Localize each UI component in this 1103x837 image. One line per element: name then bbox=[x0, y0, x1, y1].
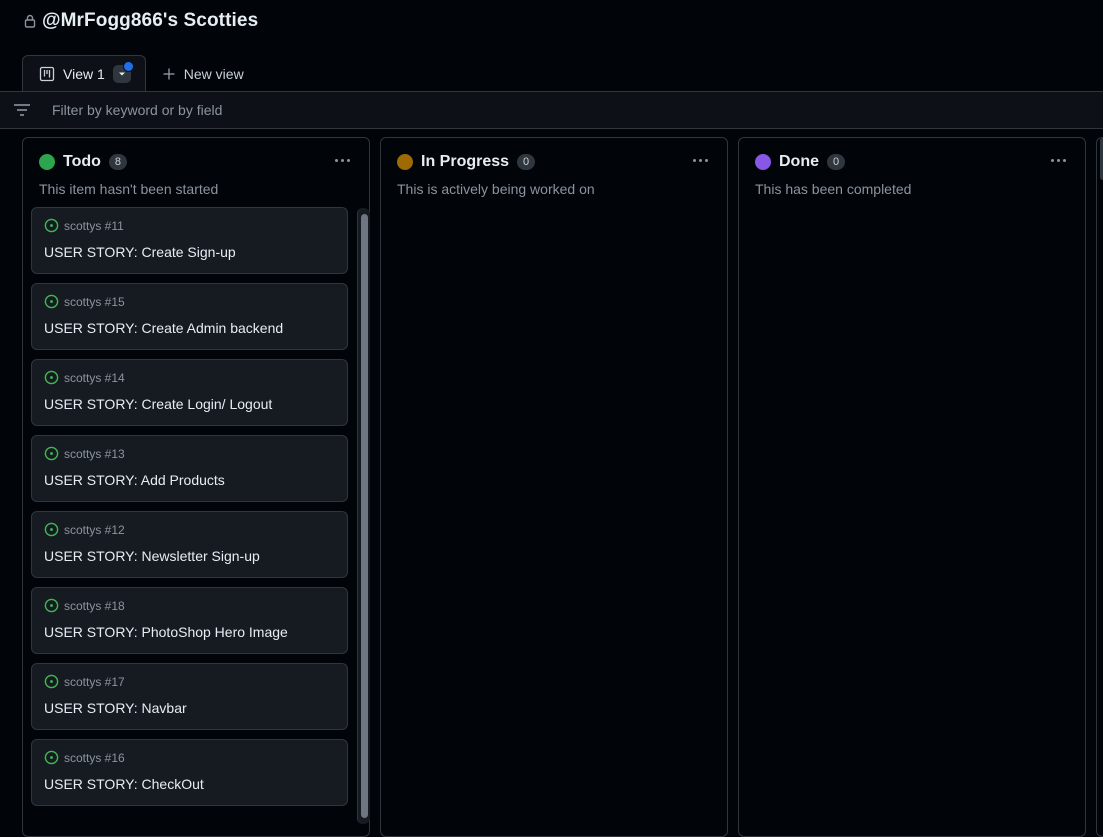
issue-card[interactable]: scottys #18 USER STORY: PhotoShop Hero I… bbox=[31, 587, 348, 654]
column-done: Done 0 This has been completed bbox=[738, 137, 1086, 837]
card-repo-link[interactable]: scottys #18 bbox=[64, 599, 125, 613]
card-repo-link[interactable]: scottys #16 bbox=[64, 751, 125, 765]
project-title: @MrFogg866's Scotties bbox=[42, 10, 259, 31]
item-count-badge: 0 bbox=[517, 154, 536, 170]
view-tabs: View 1 New view bbox=[22, 54, 260, 92]
card-meta: scottys #11 bbox=[44, 218, 124, 233]
column-name: Todo bbox=[63, 153, 101, 170]
filter-icon[interactable] bbox=[13, 103, 31, 117]
column-scrollbar[interactable] bbox=[357, 208, 370, 824]
card-repo-link[interactable]: scottys #15 bbox=[64, 295, 125, 309]
tab-view-1[interactable]: View 1 bbox=[22, 55, 146, 92]
column-description: This item hasn't been started bbox=[39, 181, 219, 197]
card-title[interactable]: USER STORY: Create Admin backend bbox=[44, 320, 283, 336]
board-icon bbox=[39, 66, 55, 82]
lock-icon bbox=[24, 14, 36, 28]
issue-open-icon bbox=[44, 674, 59, 689]
project-title-row: @MrFogg866's Scotties bbox=[24, 10, 258, 32]
status-dot-icon bbox=[39, 154, 55, 170]
issue-open-icon bbox=[44, 522, 59, 537]
column-name: In Progress bbox=[421, 153, 510, 170]
item-count-badge: 8 bbox=[108, 154, 127, 170]
status-dot-icon bbox=[755, 154, 771, 170]
column-name: Done bbox=[779, 153, 819, 170]
new-view-label: New view bbox=[183, 65, 244, 82]
card-title[interactable]: USER STORY: Create Login/ Logout bbox=[44, 396, 272, 412]
unsaved-changes-indicator bbox=[122, 61, 134, 72]
scrollbar-thumb[interactable] bbox=[361, 214, 368, 818]
issue-open-icon bbox=[44, 598, 59, 613]
card-title[interactable]: USER STORY: Create Sign-up bbox=[44, 244, 236, 260]
column-header: In Progress 0 bbox=[397, 153, 536, 171]
issue-card[interactable]: scottys #12 USER STORY: Newsletter Sign-… bbox=[31, 511, 348, 578]
column-header: Todo 8 bbox=[39, 153, 127, 171]
column-todo: Todo 8 This item hasn't been started sco… bbox=[22, 137, 370, 837]
issue-open-icon bbox=[44, 750, 59, 765]
column-more-options-button[interactable] bbox=[331, 153, 353, 167]
card-repo-link[interactable]: scottys #17 bbox=[64, 675, 125, 689]
board: Todo 8 This item hasn't been started sco… bbox=[0, 129, 1103, 837]
card-meta: scottys #12 bbox=[44, 522, 125, 537]
issue-card[interactable]: scottys #17 USER STORY: Navbar bbox=[31, 663, 348, 730]
card-meta: scottys #15 bbox=[44, 294, 125, 309]
column-description: This has been completed bbox=[755, 181, 912, 197]
card-repo-link[interactable]: scottys #13 bbox=[64, 447, 125, 461]
status-dot-icon bbox=[397, 154, 413, 170]
card-meta: scottys #18 bbox=[44, 598, 125, 613]
card-repo-link[interactable]: scottys #11 bbox=[64, 219, 124, 233]
issue-open-icon bbox=[44, 218, 59, 233]
issue-card[interactable]: scottys #15 USER STORY: Create Admin bac… bbox=[31, 283, 348, 350]
filter-input[interactable]: Filter by keyword or by field bbox=[52, 102, 222, 118]
card-title[interactable]: USER STORY: CheckOut bbox=[44, 776, 204, 792]
column-header: Done 0 bbox=[755, 153, 845, 171]
card-meta: scottys #13 bbox=[44, 446, 125, 461]
issue-open-icon bbox=[44, 294, 59, 309]
issue-open-icon bbox=[44, 446, 59, 461]
card-meta: scottys #16 bbox=[44, 750, 125, 765]
issue-card[interactable]: scottys #13 USER STORY: Add Products bbox=[31, 435, 348, 502]
column-description: This is actively being worked on bbox=[397, 181, 595, 197]
add-column-edge[interactable] bbox=[1096, 137, 1103, 837]
filter-bar: Filter by keyword or by field bbox=[0, 91, 1103, 129]
item-count-badge: 0 bbox=[827, 154, 845, 170]
chevron-down-icon bbox=[118, 72, 125, 76]
card-meta: scottys #14 bbox=[44, 370, 125, 385]
column-more-options-button[interactable] bbox=[1047, 153, 1069, 167]
card-meta: scottys #17 bbox=[44, 674, 125, 689]
column-more-options-button[interactable] bbox=[689, 153, 711, 167]
view-options-button[interactable] bbox=[112, 61, 134, 83]
issue-open-icon bbox=[44, 370, 59, 385]
card-repo-link[interactable]: scottys #14 bbox=[64, 371, 125, 385]
card-title[interactable]: USER STORY: Newsletter Sign-up bbox=[44, 548, 260, 564]
card-title[interactable]: USER STORY: Navbar bbox=[44, 700, 187, 716]
plus-icon bbox=[163, 68, 175, 79]
tab-label: View 1 bbox=[63, 66, 105, 82]
new-view-button[interactable]: New view bbox=[146, 55, 260, 92]
card-title[interactable]: USER STORY: PhotoShop Hero Image bbox=[44, 624, 288, 640]
column-in-progress: In Progress 0 This is actively being wor… bbox=[380, 137, 728, 837]
issue-card[interactable]: scottys #16 USER STORY: CheckOut bbox=[31, 739, 348, 806]
card-repo-link[interactable]: scottys #12 bbox=[64, 523, 125, 537]
card-title[interactable]: USER STORY: Add Products bbox=[44, 472, 225, 488]
issue-card[interactable]: scottys #11 USER STORY: Create Sign-up bbox=[31, 207, 348, 274]
project-header: @MrFogg866's Scotties View 1 New view bbox=[0, 0, 1103, 92]
issue-card[interactable]: scottys #14 USER STORY: Create Login/ Lo… bbox=[31, 359, 348, 426]
